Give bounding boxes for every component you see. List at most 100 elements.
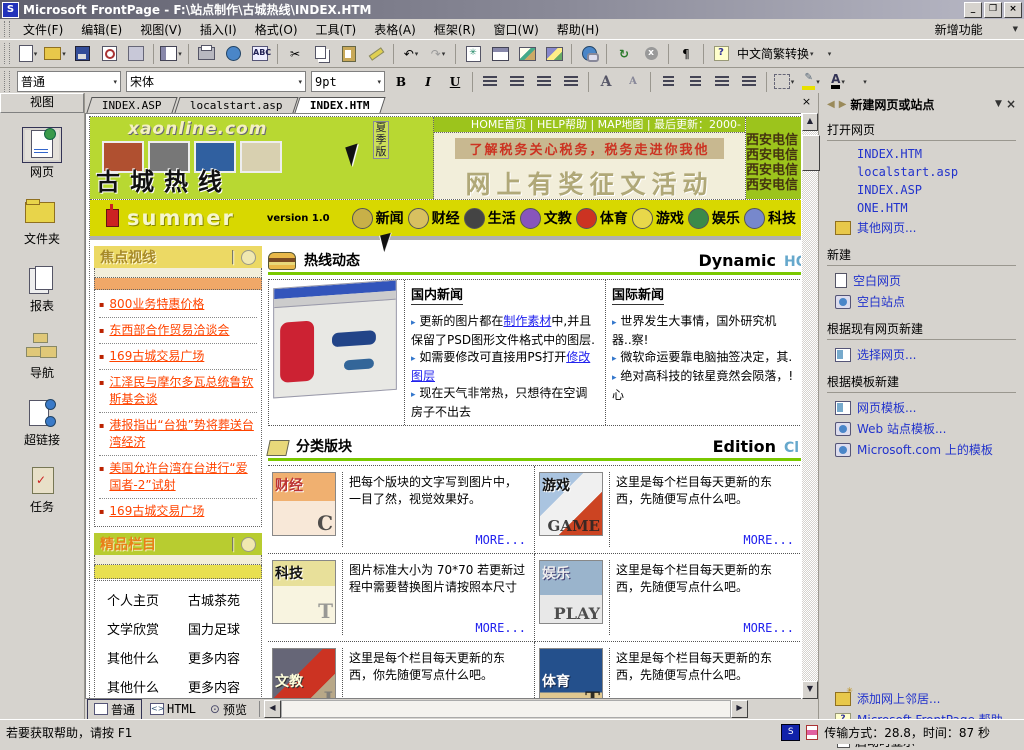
toolbar-grip[interactable] [4, 71, 10, 93]
scrollbar-thumb[interactable] [802, 135, 820, 171]
menu-table[interactable]: 表格(A) [365, 19, 425, 40]
drawing-button[interactable] [541, 43, 567, 65]
refresh-button[interactable]: ↻ [611, 43, 637, 65]
more-link[interactable]: MORE... [349, 533, 526, 547]
table-cell[interactable]: 古城茶苑 [178, 590, 259, 609]
view-folders[interactable]: 文件夹 [0, 197, 84, 247]
sports-image[interactable]: 体育T [539, 648, 603, 699]
cut-button[interactable]: ✂ [282, 43, 308, 65]
chevron-down-icon[interactable]: ▾ [810, 50, 814, 58]
menu-tools[interactable]: 工具(T) [307, 19, 366, 40]
scroll-up-icon[interactable]: ▲ [802, 113, 818, 131]
view-tab-normal[interactable]: 普通 [87, 699, 142, 720]
menu-frames[interactable]: 框架(R) [425, 19, 485, 40]
increase-indent-button[interactable] [736, 71, 762, 93]
toolbar-options-button[interactable]: ▾ [852, 71, 878, 93]
tab-localstart-asp[interactable]: localstart.asp [174, 97, 298, 113]
table-cell[interactable]: 国力足球 [178, 619, 259, 638]
nav-sports[interactable]: 体育 [576, 208, 628, 229]
focus-link[interactable]: ▪东西部合作贸易洽谈会 [99, 318, 257, 344]
chinese-convert-button[interactable]: 中文简繁转换 ▾ [735, 43, 816, 65]
more-link[interactable]: MORE... [616, 621, 794, 635]
page-templates-link[interactable]: 网页模板... [827, 397, 1016, 418]
pane-close-icon[interactable]: × [1006, 97, 1016, 111]
decrease-font-button[interactable]: A [620, 71, 646, 93]
recent-file-link[interactable]: INDEX.ASP [827, 181, 1016, 199]
view-reports[interactable]: 报表 [0, 264, 84, 314]
redo-button[interactable]: ↷▾ [425, 43, 451, 65]
chevron-down-icon[interactable]: ▾ [62, 50, 66, 58]
tech-image[interactable]: 科技T [272, 560, 336, 624]
help-button[interactable]: ? [708, 43, 734, 65]
recent-file-link[interactable]: localstart.asp [827, 163, 1016, 181]
fontsize-combobox[interactable]: 9pt▾ [311, 71, 385, 92]
view-tasks[interactable]: 任务 [0, 465, 84, 515]
nav-culture[interactable]: 文教 [520, 208, 572, 229]
preview-browser-button[interactable] [220, 43, 246, 65]
nav-tech[interactable]: 科技 [744, 208, 796, 229]
pane-menu-icon[interactable]: ▼ [995, 99, 1002, 109]
more-link[interactable]: MORE... [349, 621, 526, 635]
blank-web-link[interactable]: 空白站点 [827, 291, 1016, 312]
design-canvas[interactable]: xaonline.com 夏季版 古城热线 [85, 113, 801, 699]
recent-file-link[interactable]: ONE.HTM [827, 199, 1016, 217]
menu-window[interactable]: 窗口(W) [485, 19, 548, 40]
nav-finance[interactable]: 财经 [408, 208, 460, 229]
choose-page-link[interactable]: 选择网页... [827, 344, 1016, 365]
restore-button[interactable]: ❒ [984, 2, 1002, 18]
print-button[interactable] [193, 43, 219, 65]
insert-picture-button[interactable] [514, 43, 540, 65]
whats-new-label[interactable]: 新增功能 [935, 21, 983, 38]
menu-insert[interactable]: 插入(I) [191, 19, 246, 40]
search-button[interactable] [96, 43, 122, 65]
chevron-down-icon[interactable]: ▾ [442, 50, 446, 58]
table-cell[interactable]: 个人主页 [97, 590, 178, 609]
pane-forward-icon[interactable]: ▶ [839, 99, 847, 110]
top-links[interactable]: HOME首页 | HELP帮助 | MAP地图 | 最后更新：2000- [434, 117, 745, 132]
table-cell[interactable]: 其他什么 [97, 648, 178, 667]
finance-image[interactable]: 财经C [272, 472, 336, 536]
sponsor-link[interactable]: 西安电信 [746, 148, 801, 163]
table-cell[interactable]: 更多内容 [178, 677, 259, 696]
focus-link[interactable]: ▪169古城交易广场 [99, 499, 257, 524]
scroll-left-icon[interactable]: ◀ [264, 700, 281, 718]
view-tab-preview[interactable]: ⊙预览 [204, 700, 253, 719]
borders-button[interactable]: ▾ [771, 71, 797, 93]
toolbar-grip[interactable] [4, 43, 10, 65]
increase-font-button[interactable]: A [593, 71, 619, 93]
bullet-list-button[interactable] [682, 71, 708, 93]
format-painter-button[interactable] [363, 43, 389, 65]
tab-index-asp[interactable]: INDEX.ASP [86, 97, 177, 113]
toolbar-options-button[interactable]: ▾ [817, 43, 843, 65]
menu-grip[interactable] [4, 21, 10, 37]
nav-games[interactable]: 游戏 [632, 208, 684, 229]
more-pages-link[interactable]: 其他网页... [827, 217, 1016, 238]
align-left-button[interactable] [477, 71, 503, 93]
numbered-list-button[interactable] [655, 71, 681, 93]
align-right-button[interactable] [531, 71, 557, 93]
minimize-button[interactable]: _ [964, 2, 982, 18]
paste-button[interactable] [336, 43, 362, 65]
more-link[interactable]: MORE... [616, 533, 794, 547]
sponsor-link[interactable]: 西安电信 [746, 163, 801, 178]
copy-button[interactable] [309, 43, 335, 65]
menu-file[interactable]: 文件(F) [14, 19, 72, 40]
table-cell[interactable]: 文学欣赏 [97, 619, 178, 638]
table-cell[interactable]: 更多内容 [178, 648, 259, 667]
hyperlink-button[interactable] [576, 43, 602, 65]
vertical-scrollbar[interactable]: ▲ ▼ [801, 113, 818, 699]
chevron-down-icon[interactable]: ▾ [415, 50, 419, 58]
menu-edit[interactable]: 编辑(E) [72, 19, 131, 40]
view-hyperlinks[interactable]: 超链接 [0, 398, 84, 448]
scroll-down-icon[interactable]: ▼ [802, 681, 818, 699]
focus-link[interactable]: ▪港报指出“台独”势将葬送台湾经济 [99, 413, 257, 456]
font-combobox[interactable]: 宋体▾ [126, 71, 306, 92]
view-navigation[interactable]: 导航 [0, 331, 84, 381]
horizontal-scrollbar[interactable]: ▶ [281, 701, 748, 717]
web-component-button[interactable]: ✳ [460, 43, 486, 65]
justify-button[interactable] [558, 71, 584, 93]
chevron-down-icon[interactable]: ▾ [178, 50, 182, 58]
menu-view[interactable]: 视图(V) [131, 19, 191, 40]
banner-ad[interactable]: 了解税务关心税务，税务走进你我他 网上有奖征文活动 [434, 132, 745, 199]
spelling-button[interactable]: ABC [247, 43, 273, 65]
